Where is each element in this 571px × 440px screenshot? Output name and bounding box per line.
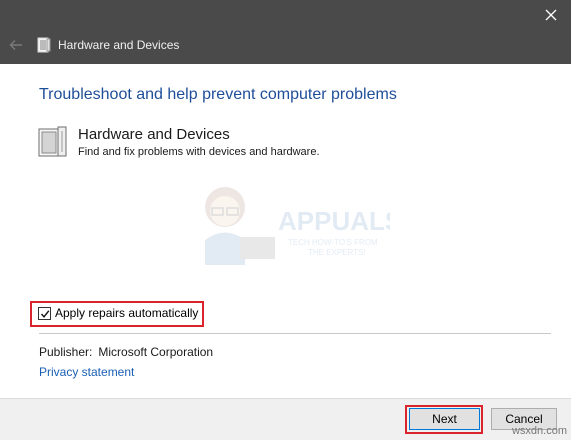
- privacy-statement-link[interactable]: Privacy statement: [39, 365, 134, 379]
- close-icon: [545, 9, 557, 21]
- appuals-watermark-logo: APPUALS TECH HOW-TO'S FROM THE EXPERTS!: [205, 187, 390, 265]
- checkmark-icon: [40, 309, 49, 318]
- troubleshooter-name: Hardware and Devices: [78, 126, 230, 143]
- back-arrow-icon: [9, 40, 22, 50]
- window-title: Hardware and Devices: [58, 38, 180, 52]
- watermark-tagline-2: THE EXPERTS!: [308, 248, 366, 257]
- watermark-tagline-1: TECH HOW-TO'S FROM: [288, 238, 378, 247]
- next-button[interactable]: Next: [409, 408, 480, 430]
- title-bar: Hardware and Devices: [0, 0, 571, 64]
- publisher-label: Publisher:: [39, 345, 93, 359]
- hardware-device-icon: [38, 126, 67, 157]
- close-button[interactable]: [531, 0, 571, 30]
- back-button[interactable]: [6, 36, 26, 54]
- divider: [39, 333, 551, 334]
- publisher-info: Publisher: Microsoft Corporation: [39, 345, 213, 359]
- apply-repairs-checkbox[interactable]: [38, 307, 51, 320]
- dialog-footer: [0, 398, 571, 440]
- publisher-value: Microsoft Corporation: [98, 345, 214, 359]
- apply-repairs-label[interactable]: Apply repairs automatically: [55, 306, 198, 320]
- hardware-device-icon: [37, 37, 51, 53]
- watermark-brand: APPUALS: [278, 206, 390, 236]
- site-watermark: wsxdn.com: [511, 425, 567, 437]
- page-heading: Troubleshoot and help prevent computer p…: [39, 86, 397, 103]
- troubleshooter-description: Find and fix problems with devices and h…: [78, 146, 320, 158]
